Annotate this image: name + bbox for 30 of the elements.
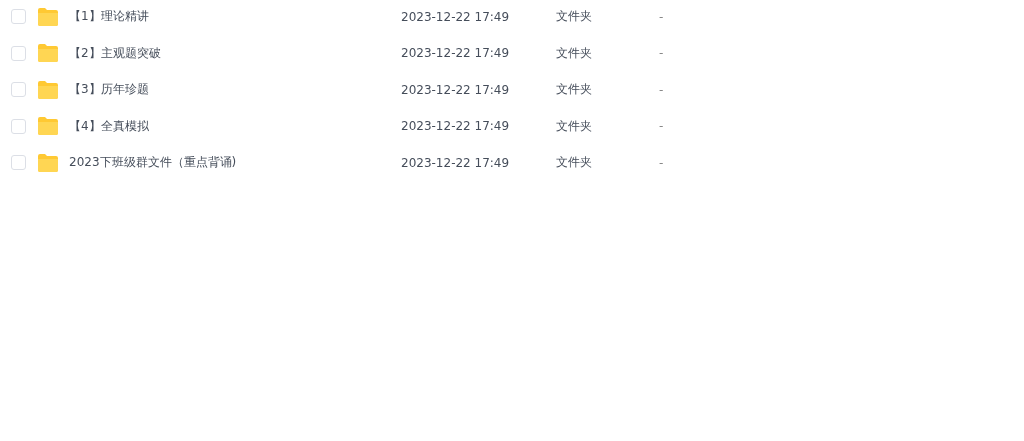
folder-icon — [37, 152, 59, 173]
checkbox[interactable] — [11, 9, 26, 25]
file-size: - — [659, 46, 664, 61]
file-type: 文件夹 — [556, 154, 593, 172]
folder-icon — [37, 43, 59, 64]
file-type: 文件夹 — [556, 8, 593, 26]
file-size: - — [659, 82, 664, 97]
folder-name[interactable]: 【3】历年珍题 — [69, 81, 401, 99]
file-size: - — [659, 9, 664, 24]
modified-date: 2023-12-22 17:49 — [401, 119, 511, 134]
folder-icon — [37, 116, 59, 137]
file-size: - — [659, 119, 664, 134]
checkbox[interactable] — [11, 155, 26, 171]
folder-icon — [37, 6, 59, 27]
file-type: 文件夹 — [556, 117, 593, 135]
modified-date: 2023-12-22 17:49 — [401, 9, 511, 24]
file-type: 文件夹 — [556, 44, 593, 62]
modified-date: 2023-12-22 17:49 — [401, 46, 511, 61]
modified-date: 2023-12-22 17:49 — [401, 155, 511, 170]
folder-name[interactable]: 【4】全真模拟 — [69, 117, 401, 135]
checkbox[interactable] — [11, 118, 26, 134]
checkbox[interactable] — [11, 45, 26, 61]
checkbox[interactable] — [11, 82, 26, 98]
folder-icon — [37, 79, 59, 100]
file-type: 文件夹 — [556, 81, 593, 99]
file-size: - — [659, 155, 664, 170]
folder-name[interactable]: 【2】主观题突破 — [69, 44, 401, 62]
modified-date: 2023-12-22 17:49 — [401, 82, 511, 97]
folder-name[interactable]: 【1】理论精讲 — [69, 8, 401, 26]
folder-name[interactable]: 2023下班级群文件（重点背诵) — [69, 154, 401, 172]
